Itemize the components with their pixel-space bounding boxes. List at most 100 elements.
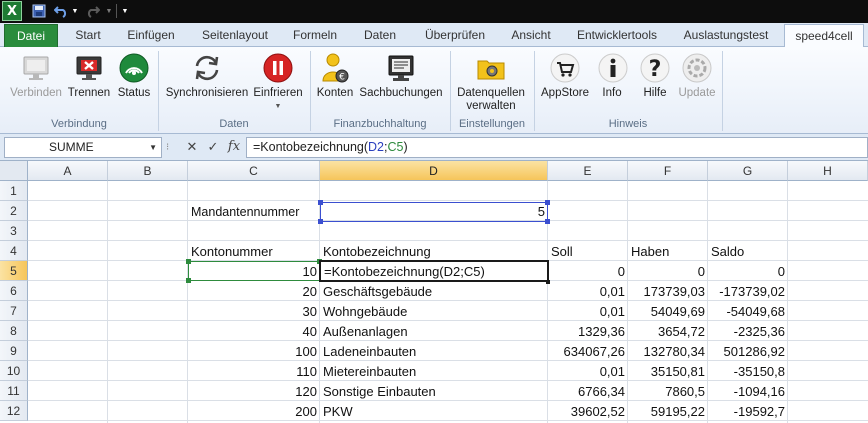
cell-g6[interactable]: -173739,02 [708,282,788,302]
tab-speed4cell[interactable]: speed4cell [784,24,864,48]
select-all-corner[interactable] [0,161,28,181]
cell-e8[interactable]: 1329,36 [548,322,628,342]
tab-ansicht[interactable]: Ansicht [502,24,560,47]
cell-g7[interactable]: -54049,68 [708,302,788,322]
cell-g8[interactable]: -2325,36 [708,322,788,342]
synchronisieren-button[interactable]: Synchronisieren [164,51,250,100]
cell-f9[interactable]: 132780,34 [628,342,708,362]
customize-qat-icon[interactable]: ▼ [120,2,130,20]
cell-g11[interactable]: -1094,16 [708,382,788,402]
column-header-f[interactable]: F [628,161,708,181]
cell-c8[interactable]: 40 [188,322,320,342]
cell-d9[interactable]: Ladeneinbauten [320,342,548,362]
tab-formeln[interactable]: Formeln [284,24,346,47]
undo-icon[interactable] [52,2,70,20]
undo-dropdown-icon[interactable]: ▼ [70,2,80,20]
row-header-6[interactable]: 6 [0,281,28,301]
cell-d4[interactable]: Kontobezeichnung [320,242,548,262]
cell-d8[interactable]: Außenanlagen [320,322,548,342]
column-header-d[interactable]: D [320,161,548,181]
tab-seitenlayout[interactable]: Seitenlayout [192,24,278,47]
cell-f7[interactable]: 54049,69 [628,302,708,322]
row-header-2[interactable]: 2 [0,201,28,221]
cell-e7[interactable]: 0,01 [548,302,628,322]
cell-c12[interactable]: 200 [188,402,320,422]
row-header-12[interactable]: 12 [0,401,28,421]
column-header-b[interactable]: B [108,161,188,181]
cell-f6[interactable]: 173739,03 [628,282,708,302]
einfrieren-dropdown-icon[interactable]: ▼ [252,100,304,113]
hilfe-button[interactable]: ? Hilfe [638,51,672,100]
cell-e9[interactable]: 634067,26 [548,342,628,362]
cell-f5[interactable]: 0 [628,262,708,282]
row-header-11[interactable]: 11 [0,381,28,401]
cell-f12[interactable]: 59195,22 [628,402,708,422]
cell-e4[interactable]: Soll [548,242,628,262]
cell-e11[interactable]: 6766,34 [548,382,628,402]
cell-d5-editing[interactable]: =Kontobezeichnung(D2;C5) [321,262,547,282]
column-header-a[interactable]: A [28,161,108,181]
cell-f10[interactable]: 35150,81 [628,362,708,382]
cell-d7[interactable]: Wohngebäude [320,302,548,322]
trennen-button[interactable]: Trennen [66,51,112,100]
cell-e12[interactable]: 39602,52 [548,402,628,422]
excel-logo-icon[interactable]: X [2,1,22,21]
formula-input[interactable]: =Kontobezeichnung(D2;C5) [246,137,868,158]
name-box-dropdown-icon[interactable]: ▼ [149,138,157,157]
save-icon[interactable] [30,2,48,20]
konten-button[interactable]: € Konten [314,51,356,100]
row-header-1[interactable]: 1 [0,181,28,201]
tab-einfuegen[interactable]: Einfügen [118,24,184,47]
cell-g10[interactable]: -35150,8 [708,362,788,382]
cell-d12[interactable]: PKW [320,402,548,422]
name-box[interactable]: SUMME ▼ [4,137,162,158]
cell-c2[interactable]: Mandantennummer [188,202,320,222]
cell-g4[interactable]: Saldo [708,242,788,262]
cell-c10[interactable]: 110 [188,362,320,382]
cell-c5[interactable]: 10 [188,262,320,282]
verbinden-button[interactable]: Verbinden [6,51,66,100]
appstore-button[interactable]: AppStore [538,51,592,100]
cell-e5[interactable]: 0 [548,262,628,282]
row-header-7[interactable]: 7 [0,301,28,321]
cell-c9[interactable]: 100 [188,342,320,362]
cell-c6[interactable]: 20 [188,282,320,302]
row-header-10[interactable]: 10 [0,361,28,381]
tab-daten[interactable]: Daten [352,24,408,47]
insert-function-icon[interactable]: fx [226,138,242,156]
cancel-formula-icon[interactable]: ✕ [184,138,200,156]
column-header-c[interactable]: C [188,161,320,181]
cell-g9[interactable]: 501286,92 [708,342,788,362]
cell-d10[interactable]: Mietereinbauten [320,362,548,382]
column-header-h[interactable]: H [788,161,868,181]
cell-e10[interactable]: 0,01 [548,362,628,382]
sachbuchungen-button[interactable]: Sachbuchungen [358,51,444,100]
row-header-4[interactable]: 4 [0,241,28,261]
row-header-8[interactable]: 8 [0,321,28,341]
redo-dropdown-icon[interactable]: ▼ [104,2,114,20]
row-header-9[interactable]: 9 [0,341,28,361]
einfrieren-button[interactable]: Einfrieren ▼ [252,51,304,113]
cell-d11[interactable]: Sonstige Einbauten [320,382,548,402]
cell-d2[interactable]: 5 [320,202,548,222]
status-button[interactable]: Status [114,51,154,100]
tab-ueberpruefen[interactable]: Überprüfen [414,24,496,47]
cell-c7[interactable]: 30 [188,302,320,322]
datenquellen-button[interactable]: Datenquellen verwalten [452,51,530,113]
cell-g5[interactable]: 0 [708,262,788,282]
tab-auslastungstest[interactable]: Auslastungstest [674,24,778,47]
tab-entwicklertools[interactable]: Entwicklertools [566,24,668,47]
tab-datei[interactable]: Datei [4,24,58,47]
row-header-3[interactable]: 3 [0,221,28,241]
cell-g12[interactable]: -19592,7 [708,402,788,422]
tab-start[interactable]: Start [62,24,114,47]
column-header-e[interactable]: E [548,161,628,181]
cell-f8[interactable]: 3654,72 [628,322,708,342]
enter-formula-icon[interactable]: ✓ [205,138,221,156]
cell-c4[interactable]: Kontonummer [188,242,320,262]
redo-icon[interactable] [84,2,102,20]
update-button[interactable]: Update [676,51,718,100]
cell-f4[interactable]: Haben [628,242,708,262]
cell-f11[interactable]: 7860,5 [628,382,708,402]
cell-e6[interactable]: 0,01 [548,282,628,302]
